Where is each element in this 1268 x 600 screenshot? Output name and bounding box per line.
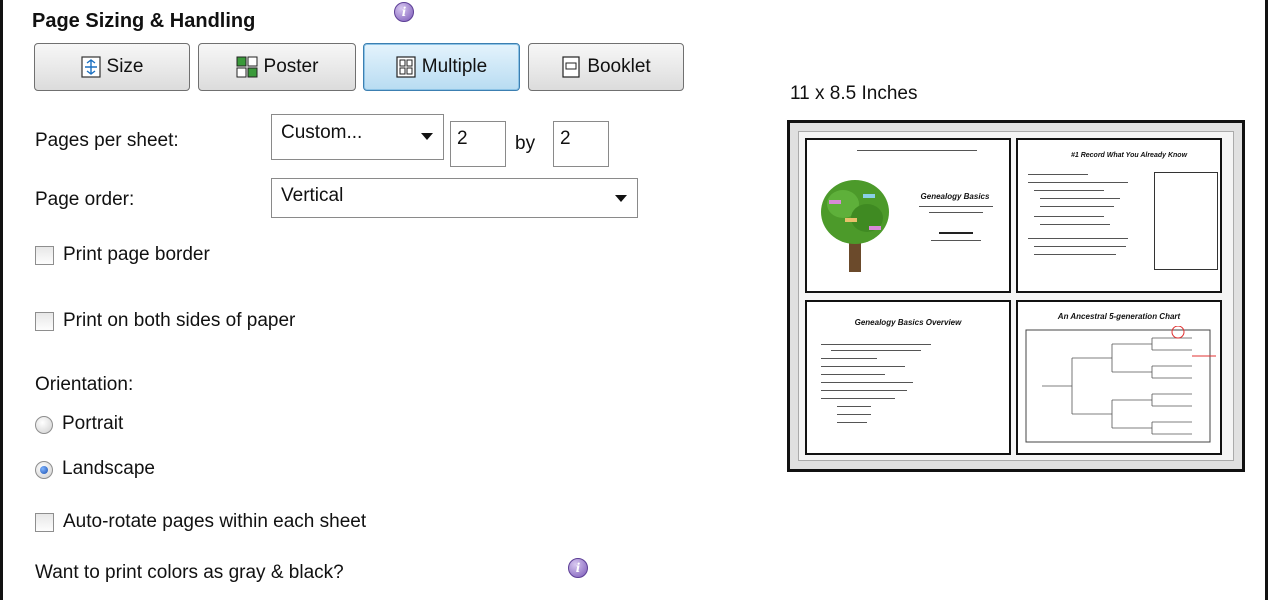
slide-text-line	[1040, 224, 1110, 225]
preview-slide: #1 Record What You Already Know	[1016, 138, 1222, 293]
print-preview: Genealogy Basics #1 Record What You Alre…	[787, 120, 1245, 472]
preview-paper: Genealogy Basics #1 Record What You Alre…	[798, 131, 1234, 461]
booklet-icon	[561, 56, 581, 78]
page-order-select[interactable]: Vertical	[271, 178, 638, 218]
poster-icon	[236, 56, 258, 78]
slide-text-line	[1034, 254, 1116, 255]
pages-per-sheet-value: Custom...	[281, 122, 363, 143]
slide-title: Genealogy Basics Overview	[854, 318, 962, 327]
slide-text-line	[821, 398, 895, 399]
info-icon[interactable]: i	[568, 558, 588, 578]
preview-slide: Genealogy Basics Overview	[805, 300, 1011, 455]
slide-text-line	[1034, 216, 1104, 217]
print-both-sides-label: Print on both sides of paper	[63, 310, 296, 331]
print-both-sides-checkbox[interactable]	[35, 312, 54, 331]
slide-header-line	[857, 150, 977, 151]
slide-text-line	[821, 358, 877, 359]
slide-text-line	[1034, 246, 1126, 247]
slide-text-line	[821, 382, 913, 383]
slide-text-line	[1028, 174, 1088, 175]
poster-button-label: Poster	[263, 56, 319, 77]
slide-text-line	[821, 390, 907, 391]
pages-down-input[interactable]: 2	[553, 121, 609, 167]
orientation-label: Orientation:	[35, 374, 134, 395]
booklet-button-label: Booklet	[587, 56, 651, 77]
slide-text-line	[1040, 198, 1120, 199]
print-page-border-checkbox[interactable]	[35, 246, 54, 265]
chart-thumbnail	[1154, 172, 1218, 270]
slide-text-line	[821, 374, 885, 375]
slide-text-line	[837, 422, 867, 423]
pages-across-input[interactable]: 2	[450, 121, 506, 167]
pages-per-sheet-label: Pages per sheet:	[35, 130, 179, 151]
slide-text-line	[939, 232, 973, 234]
slide-text-line	[931, 240, 981, 241]
page-order-label: Page order:	[35, 189, 135, 210]
size-icon	[80, 56, 101, 78]
print-page-border-label: Print page border	[63, 244, 210, 265]
slide-text-line	[821, 344, 931, 345]
slide-text-line	[1034, 190, 1104, 191]
slide-title: #1 Record What You Already Know	[1070, 152, 1188, 159]
booklet-button[interactable]: Booklet	[528, 43, 684, 91]
slide-text-line	[1028, 238, 1128, 239]
preview-slide: An Ancestral 5-generation Chart	[1016, 300, 1222, 455]
slide-text-line	[919, 206, 993, 207]
landscape-radio[interactable]	[35, 461, 53, 479]
section-title: Page Sizing & Handling	[32, 10, 256, 32]
portrait-label: Portrait	[62, 413, 124, 434]
paper-size-label: 11 x 8.5 Inches	[790, 83, 918, 104]
landscape-label: Landscape	[62, 458, 155, 479]
slide-text-line	[1028, 182, 1128, 183]
auto-rotate-label: Auto-rotate pages within each sheet	[63, 511, 367, 532]
slide-title: Genealogy Basics	[920, 192, 990, 201]
preview-slide: Genealogy Basics	[805, 138, 1011, 293]
by-label: by	[515, 133, 536, 154]
size-button-label: Size	[106, 56, 144, 77]
gray-print-label: Want to print colors as gray & black?	[35, 562, 344, 583]
pedigree-chart-thumbnail	[1025, 326, 1216, 443]
slide-text-line	[837, 414, 871, 415]
tree-image	[821, 180, 889, 272]
chevron-down-icon	[615, 195, 627, 202]
page-order-value: Vertical	[281, 185, 344, 206]
multiple-button-label: Multiple	[421, 56, 488, 77]
slide-text-line	[837, 406, 871, 407]
info-icon[interactable]: i	[394, 2, 414, 22]
poster-button[interactable]: Poster	[198, 43, 356, 91]
slide-title: An Ancestral 5-generation Chart	[1057, 312, 1181, 321]
size-button[interactable]: Size	[34, 43, 190, 91]
chevron-down-icon	[421, 133, 433, 140]
slide-text-line	[1040, 206, 1114, 207]
slide-text-line	[929, 212, 983, 213]
slide-text-line	[831, 350, 921, 351]
auto-rotate-checkbox[interactable]	[35, 513, 54, 532]
portrait-radio[interactable]	[35, 416, 53, 434]
pages-per-sheet-select[interactable]: Custom...	[271, 114, 444, 160]
multiple-pages-icon	[396, 56, 416, 78]
multiple-button[interactable]: Multiple	[363, 43, 520, 91]
slide-text-line	[821, 366, 905, 367]
